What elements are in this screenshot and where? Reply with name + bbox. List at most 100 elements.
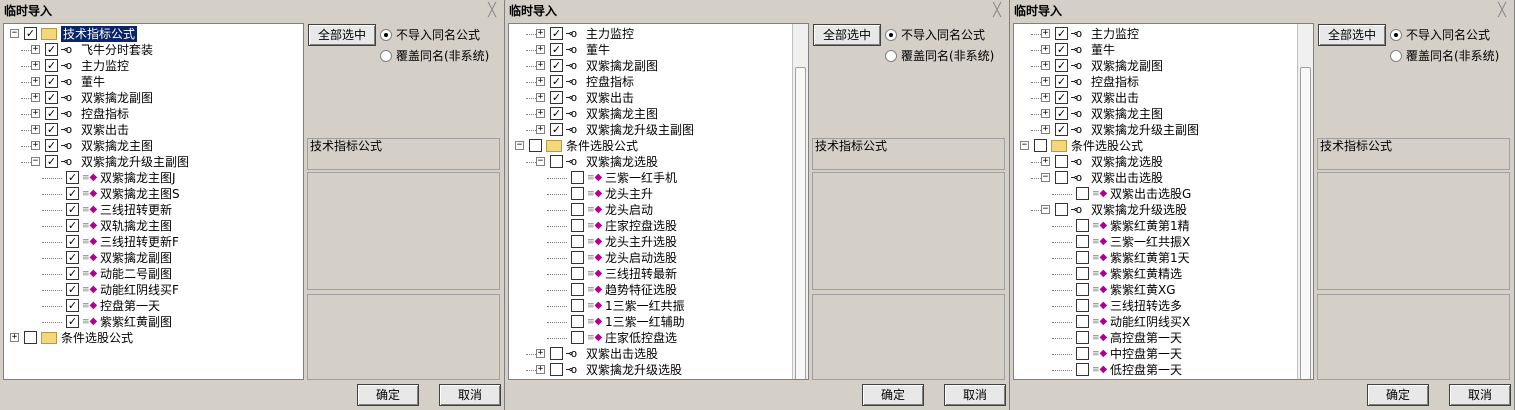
radio-unselected-icon[interactable] bbox=[1390, 49, 1402, 62]
tree-row[interactable]: ≡◆ 三线扭转选多 bbox=[1014, 298, 1313, 314]
collapse-icon[interactable]: − bbox=[31, 157, 40, 166]
radio-overwrite[interactable]: 覆盖同名(非系统) bbox=[380, 48, 489, 64]
tree-checkbox[interactable] bbox=[1076, 315, 1089, 328]
radio-unselected-icon[interactable] bbox=[885, 49, 897, 62]
tree-row[interactable]: + ✓ ⊸o 控盘指标 bbox=[509, 74, 808, 90]
tree-row[interactable]: + ✓ ⊸o 董牛 bbox=[1014, 42, 1313, 58]
tree-row[interactable]: ≡◆ 1三紫一红辅助 bbox=[509, 314, 808, 330]
expand-icon[interactable]: + bbox=[536, 349, 545, 358]
tree-checkbox[interactable]: ✓ bbox=[550, 43, 563, 56]
ok-button[interactable]: 确定 bbox=[1367, 384, 1429, 406]
close-icon[interactable]: ╳ bbox=[989, 0, 1005, 22]
tree-checkbox[interactable]: ✓ bbox=[45, 107, 58, 120]
tree-row[interactable]: − ⊸o 双紫擒龙选股 bbox=[509, 154, 808, 170]
expand-icon[interactable]: + bbox=[31, 141, 40, 150]
expand-icon[interactable]: + bbox=[536, 29, 545, 38]
tree-row[interactable]: + ✓ ⊸o 主力监控 bbox=[4, 58, 303, 74]
tree-row[interactable]: ≡◆ 龙头主升 bbox=[509, 186, 808, 202]
collapse-icon[interactable]: − bbox=[10, 29, 19, 38]
tree-checkbox[interactable] bbox=[550, 347, 563, 360]
tree-row[interactable]: + ✓ ⊸o 控盘指标 bbox=[4, 106, 303, 122]
tree-row[interactable]: − ✓ 技术指标公式 bbox=[4, 26, 303, 42]
tree-checkbox[interactable]: ✓ bbox=[66, 315, 79, 328]
tree-checkbox[interactable] bbox=[571, 331, 584, 344]
tree-checkbox[interactable] bbox=[571, 299, 584, 312]
tree-checkbox[interactable]: ✓ bbox=[1055, 75, 1068, 88]
expand-icon[interactable]: + bbox=[1041, 77, 1050, 86]
tree-checkbox[interactable] bbox=[571, 267, 584, 280]
tree-checkbox[interactable]: ✓ bbox=[1055, 43, 1068, 56]
tree-row[interactable]: + ✓ ⊸o 双紫出击 bbox=[4, 122, 303, 138]
radio-selected-icon[interactable] bbox=[1390, 28, 1402, 41]
tree-checkbox[interactable] bbox=[571, 171, 584, 184]
tree-checkbox[interactable] bbox=[571, 283, 584, 296]
tree-checkbox[interactable]: ✓ bbox=[1055, 107, 1068, 120]
expand-icon[interactable]: + bbox=[10, 333, 19, 342]
tree-row[interactable]: + ✓ ⊸o 双紫出击 bbox=[509, 90, 808, 106]
tree-row[interactable]: ≡◆ 低控盘第一天 bbox=[1014, 362, 1313, 378]
radio-no-import[interactable]: 不导入同名公式 bbox=[1390, 27, 1490, 43]
tree-row[interactable]: + ⊸o 双紫出击选股 bbox=[509, 346, 808, 362]
tree-row[interactable]: ≡◆ 庄家低控盘选 bbox=[509, 330, 808, 346]
tree-checkbox[interactable]: ✓ bbox=[66, 283, 79, 296]
tree-checkbox[interactable] bbox=[571, 187, 584, 200]
scrollbar-thumb[interactable] bbox=[795, 67, 806, 379]
tree-checkbox[interactable]: ✓ bbox=[45, 59, 58, 72]
tree-row[interactable]: + ✓ ⊸o 双紫擒龙副图 bbox=[1014, 58, 1313, 74]
radio-selected-icon[interactable] bbox=[885, 28, 897, 41]
tree-checkbox[interactable]: ✓ bbox=[550, 75, 563, 88]
select-all-button[interactable]: 全部选中 bbox=[813, 24, 881, 46]
tree-row[interactable]: + ✓ ⊸o 双紫擒龙升级主副图 bbox=[509, 122, 808, 138]
radio-no-import[interactable]: 不导入同名公式 bbox=[885, 27, 985, 43]
tree-checkbox[interactable]: ✓ bbox=[550, 91, 563, 104]
tree-row[interactable]: + ⊸o 双紫擒龙选股 bbox=[1014, 154, 1313, 170]
tree-row[interactable]: ✓ ≡◆ 三线扭转更新 bbox=[4, 202, 303, 218]
tree-row[interactable]: ≡◆ 1三紫一红共振 bbox=[509, 298, 808, 314]
tree-checkbox[interactable] bbox=[1034, 139, 1047, 152]
close-icon[interactable]: ╳ bbox=[484, 0, 500, 22]
tree-checkbox[interactable]: ✓ bbox=[45, 155, 58, 168]
tree-row[interactable]: + ✓ ⊸o 控盘指标 bbox=[1014, 74, 1313, 90]
tree-row[interactable]: + ✓ ⊸o 双紫擒龙主图 bbox=[1014, 106, 1313, 122]
tree-checkbox[interactable] bbox=[571, 251, 584, 264]
tree-checkbox[interactable] bbox=[1055, 155, 1068, 168]
expand-icon[interactable]: + bbox=[31, 45, 40, 54]
tree-checkbox[interactable] bbox=[550, 155, 563, 168]
tree-checkbox[interactable] bbox=[24, 331, 37, 344]
tree-row[interactable]: ≡◆ 庄家控盘选股 bbox=[509, 218, 808, 234]
collapse-icon[interactable]: − bbox=[1020, 141, 1029, 150]
tree-row[interactable]: ≡◆ 龙头主升选股 bbox=[509, 234, 808, 250]
tree-checkbox[interactable] bbox=[1076, 251, 1089, 264]
expand-icon[interactable]: + bbox=[1041, 93, 1050, 102]
tree-checkbox[interactable]: ✓ bbox=[66, 299, 79, 312]
tree-row[interactable]: ≡◆ 三紫一红手机 bbox=[509, 170, 808, 186]
tree-row[interactable]: ✓ ≡◆ 动能二号副图 bbox=[4, 266, 303, 282]
tree-row[interactable]: ≡◆ 龙头启动 bbox=[509, 202, 808, 218]
tree-row[interactable]: ✓ ≡◆ 控盘第一天 bbox=[4, 298, 303, 314]
expand-icon[interactable]: + bbox=[536, 61, 545, 70]
collapse-icon[interactable]: − bbox=[1041, 173, 1050, 182]
tree-row[interactable]: + ✓ ⊸o 双紫擒龙副图 bbox=[509, 58, 808, 74]
tree-checkbox[interactable]: ✓ bbox=[45, 123, 58, 136]
tree-row[interactable]: + ⊸o 双紫擒龙升级选股 bbox=[509, 362, 808, 378]
tree-row[interactable]: − 条件选股公式 bbox=[1014, 138, 1313, 154]
tree-row[interactable]: + ✓ ⊸o 主力监控 bbox=[509, 26, 808, 42]
tree-checkbox[interactable] bbox=[571, 219, 584, 232]
expand-icon[interactable]: + bbox=[31, 125, 40, 134]
expand-icon[interactable]: + bbox=[1041, 29, 1050, 38]
tree-checkbox[interactable] bbox=[571, 315, 584, 328]
tree-checkbox[interactable]: ✓ bbox=[66, 219, 79, 232]
expand-icon[interactable]: + bbox=[1041, 61, 1050, 70]
tree-checkbox[interactable]: ✓ bbox=[550, 59, 563, 72]
tree-checkbox[interactable]: ✓ bbox=[1055, 91, 1068, 104]
tree-row[interactable]: ✓ ≡◆ 双紫擒龙主图J bbox=[4, 170, 303, 186]
tree-checkbox[interactable]: ✓ bbox=[66, 251, 79, 264]
tree-checkbox[interactable] bbox=[1076, 219, 1089, 232]
expand-icon[interactable]: + bbox=[31, 109, 40, 118]
tree-checkbox[interactable] bbox=[1076, 363, 1089, 376]
tree-row[interactable]: − ✓ ⊸o 双紫擒龙升级主副图 bbox=[4, 154, 303, 170]
tree-row[interactable]: − ⊸o 双紫擒龙升级选股 bbox=[1014, 202, 1313, 218]
tree-row[interactable]: ✓ ≡◆ 三线扭转更新F bbox=[4, 234, 303, 250]
expand-icon[interactable]: + bbox=[31, 93, 40, 102]
expand-icon[interactable]: + bbox=[536, 93, 545, 102]
